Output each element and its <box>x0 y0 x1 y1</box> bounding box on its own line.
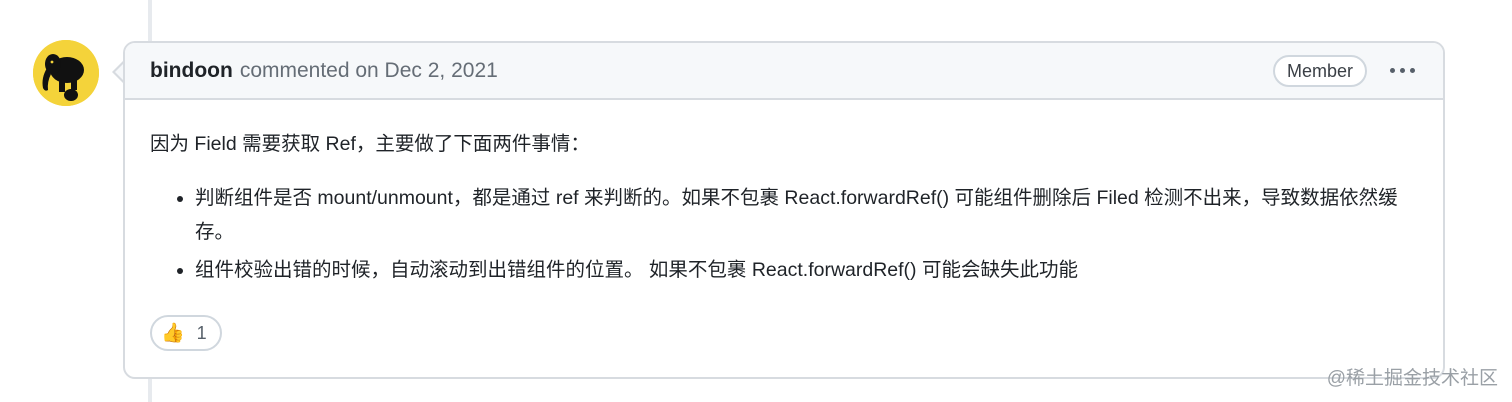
comment-intro: 因为 Field 需要获取 Ref，主要做了下面两件事情： <box>150 133 590 155</box>
list-item: 判断组件是否 mount/unmount，都是通过 ref 来判断的。如果不包裹… <box>195 181 1418 249</box>
comment-body: 因为 Field 需要获取 Ref，主要做了下面两件事情： 判断组件是否 mou… <box>125 100 1443 287</box>
comment-header: bindoon commented on Dec 2, 2021 Member <box>125 43 1443 100</box>
comment-timestamp[interactable]: commented on Dec 2, 2021 <box>240 59 498 83</box>
thumbs-up-reaction-button[interactable]: 👍 1 <box>150 315 222 351</box>
comment-box: bindoon commented on Dec 2, 2021 Member … <box>123 41 1445 379</box>
avatar[interactable] <box>33 40 99 106</box>
header-actions: Member <box>1272 54 1418 87</box>
author-link[interactable]: bindoon <box>150 59 233 83</box>
list-item: 组件校验出错的时候，自动滚动到出错组件的位置。 如果不包裹 React.forw… <box>195 253 1418 287</box>
reactions-bar: 👍 1 <box>150 315 222 351</box>
watermark: @稀土掘金技术社区 <box>1326 368 1498 389</box>
elephant-icon <box>33 40 99 106</box>
comment-thread: bindoon commented on Dec 2, 2021 Member … <box>0 0 1512 402</box>
kebab-dot <box>1400 68 1405 73</box>
more-options-icon[interactable] <box>1387 56 1418 86</box>
comment-bullet-list: 判断组件是否 mount/unmount，都是通过 ref 来判断的。如果不包裹… <box>150 181 1418 287</box>
reaction-count: 1 <box>196 322 207 343</box>
thumbs-up-icon: 👍 <box>161 322 185 344</box>
kebab-dot <box>1390 68 1395 73</box>
kebab-dot <box>1410 68 1415 73</box>
member-badge: Member <box>1272 54 1367 87</box>
